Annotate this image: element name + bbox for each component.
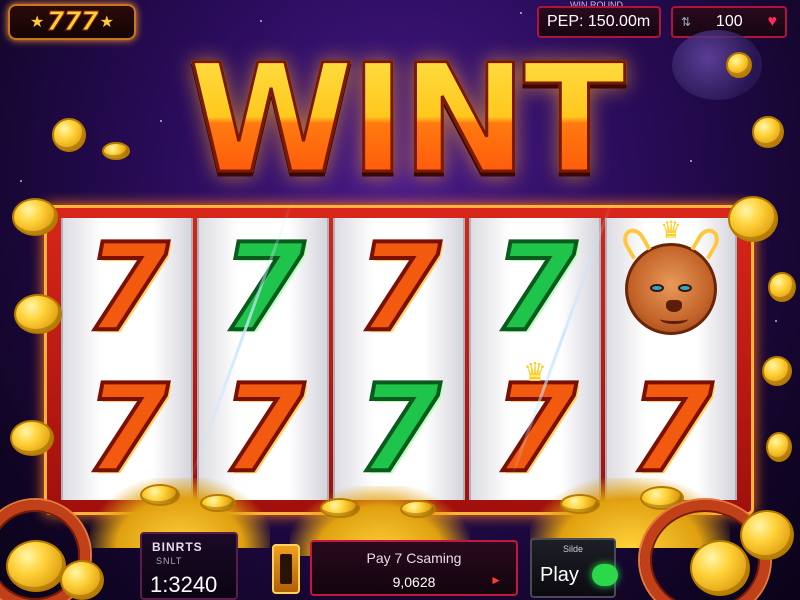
seven-symbol-red: 7	[339, 224, 459, 354]
seven-glyph: 7	[219, 218, 306, 358]
seven-glyph: 7	[627, 359, 714, 499]
coin	[320, 498, 360, 518]
reel-5: ♛ 7	[605, 217, 737, 500]
play-toggle[interactable]	[592, 564, 618, 586]
seven-symbol-green: 7	[339, 365, 459, 495]
seven-symbol-green: 7	[475, 224, 595, 354]
coin	[200, 494, 236, 512]
reel-4: 7 7 ♛	[469, 218, 601, 500]
seven-symbol-red: 7	[611, 365, 731, 495]
logo-text: 777	[46, 7, 99, 38]
coin	[12, 198, 58, 236]
lion-symbol: ♛	[611, 217, 731, 354]
play-arrow-icon[interactable]: ►	[490, 573, 502, 587]
slot-machine: 7 7 7 7 7 7 7 7 ♛ ♛ 7	[44, 205, 754, 515]
coin	[140, 484, 180, 506]
game-logo: ★ 777 ★	[8, 4, 136, 40]
seven-symbol-green: 7	[203, 224, 323, 354]
play-caption: Silde	[562, 544, 583, 554]
seven-glyph: 7	[219, 359, 306, 499]
coin	[766, 432, 792, 462]
reel-1: 77	[61, 218, 193, 500]
bet-sub: SNLT	[156, 556, 183, 566]
heart-icon[interactable]: ♥	[767, 13, 777, 31]
coin	[740, 510, 794, 560]
reels: 7 7 7 7 7 7 7 7 ♛ ♛ 7	[61, 217, 737, 500]
win-title: WINT	[140, 32, 670, 209]
seven-symbol-red: 7	[67, 365, 187, 495]
seven-symbol-red: 7	[67, 224, 187, 354]
seven-symbol-red: 7 ♛	[475, 357, 595, 499]
spin-lever[interactable]	[272, 544, 300, 594]
coin	[690, 540, 750, 596]
coin	[60, 560, 104, 600]
win-text: PEP: 150.00m	[547, 13, 651, 30]
tab-icon: ⇅	[681, 15, 692, 29]
coin	[6, 540, 66, 592]
coin	[752, 116, 784, 148]
star-icon: ★	[30, 14, 45, 31]
coin	[14, 294, 62, 334]
coin	[400, 500, 436, 518]
status-title: Pay 7 Csaming	[366, 550, 462, 566]
seven-glyph: 7	[83, 359, 170, 499]
seven-glyph: 7	[491, 359, 578, 499]
play-label: Play	[540, 564, 579, 586]
seven-symbol-red: 7	[203, 365, 323, 495]
status-box[interactable]: Pay 7 Csaming 9,0628 ►	[310, 540, 518, 596]
coin	[102, 142, 130, 160]
status-value: 9,0628	[392, 574, 436, 590]
coin	[762, 356, 792, 386]
bet-value: 1:3240	[150, 572, 218, 597]
reel-3: 77	[333, 218, 465, 500]
lion-icon: ♛	[618, 217, 724, 335]
bet-label: BINRTS	[152, 540, 203, 554]
coin	[560, 494, 600, 514]
star-icon: ★	[99, 14, 114, 31]
reel-2: 77	[197, 218, 329, 500]
play-toggle-box[interactable]: Silde Play	[530, 538, 618, 598]
coin	[10, 420, 54, 456]
coin	[728, 196, 778, 242]
coin	[726, 52, 752, 78]
credits-value: 100	[715, 13, 743, 30]
coin	[768, 272, 796, 302]
seven-glyph: 7	[355, 218, 442, 358]
coin	[52, 118, 86, 152]
seven-glyph: 7	[355, 359, 442, 499]
seven-glyph: 7	[83, 218, 170, 358]
